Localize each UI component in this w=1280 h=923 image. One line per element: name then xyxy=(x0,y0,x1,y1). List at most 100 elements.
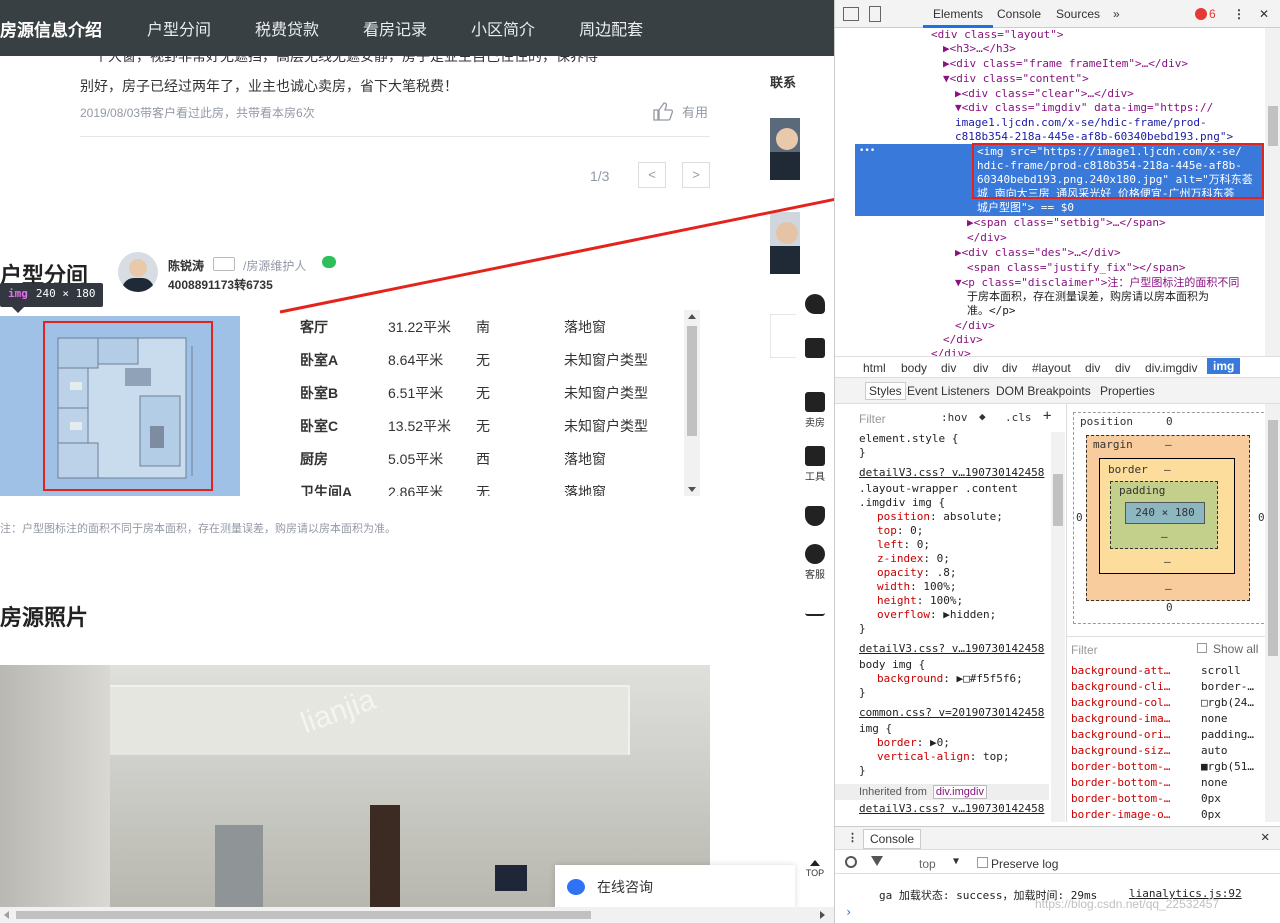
dom-line[interactable]: ▶<div class="clear">…</div> xyxy=(955,87,1134,102)
inherited-element[interactable]: div.imgdiv xyxy=(932,785,987,799)
console-prompt-icon[interactable]: › xyxy=(845,905,852,919)
more-tabs-button[interactable]: » xyxy=(1113,7,1120,21)
css-property[interactable]: opacity xyxy=(877,566,923,579)
tab-styles[interactable]: Styles xyxy=(865,382,906,400)
device-toolbar-icon[interactable] xyxy=(869,6,881,22)
css-property[interactable]: z-index xyxy=(877,552,923,565)
styles-scrollbar[interactable] xyxy=(1051,432,1065,822)
add-rule-icon[interactable]: + xyxy=(1043,408,1051,424)
tab-dom-breakpoints[interactable]: DOM Breakpoints xyxy=(996,384,1091,398)
css-value[interactable]: absolute; xyxy=(943,510,1003,523)
rendering-icon[interactable]: ◆ xyxy=(979,410,986,423)
css-value[interactable]: top; xyxy=(983,750,1010,763)
crumb-div[interactable]: div xyxy=(941,361,956,375)
computed-filter-input[interactable]: Filter xyxy=(1071,643,1098,657)
css-property[interactable]: top xyxy=(877,524,897,537)
css-property[interactable]: overflow xyxy=(877,608,930,621)
error-count[interactable]: 6 xyxy=(1209,7,1216,21)
dom-line[interactable]: </div> xyxy=(955,319,995,334)
css-declaration[interactable]: z-index: 0; xyxy=(877,552,950,566)
crumb-html[interactable]: html xyxy=(863,361,886,375)
drawer-menu-icon[interactable]: ⋮ xyxy=(847,831,858,844)
crumb-div[interactable]: div xyxy=(973,361,988,375)
close-drawer-icon[interactable]: ✕ xyxy=(1261,829,1269,845)
css-value[interactable]: 0; xyxy=(917,538,930,551)
crumb-div[interactable]: div xyxy=(1002,361,1017,375)
class-toggle-button[interactable]: .cls xyxy=(1005,411,1032,424)
css-value[interactable]: 100%; xyxy=(930,594,963,607)
crumb-img[interactable]: img xyxy=(1207,358,1241,374)
css-property[interactable]: left xyxy=(877,538,904,551)
css-value[interactable]: 100%; xyxy=(923,580,956,593)
dom-line[interactable]: ▼<div class="imgdiv" data-img="https:// xyxy=(955,101,1213,116)
crumb-imgdiv[interactable]: div.imgdiv xyxy=(1145,361,1197,375)
dom-line[interactable]: ▶<h3>…</h3> xyxy=(943,42,1016,57)
css-declaration[interactable]: background: ▶□#f5f5f6; xyxy=(877,672,1023,686)
preserve-log-checkbox[interactable] xyxy=(977,857,988,868)
context-dropdown-icon[interactable]: ▼ xyxy=(953,856,959,867)
css-source-link[interactable]: detailV3.css? v…190730142458 xyxy=(859,802,1044,816)
hover-state-button[interactable]: :hov xyxy=(941,411,968,424)
css-declaration[interactable]: opacity: .8; xyxy=(877,566,956,580)
css-declaration[interactable]: left: 0; xyxy=(877,538,930,552)
css-property[interactable]: width xyxy=(877,580,910,593)
tab-properties[interactable]: Properties xyxy=(1100,384,1155,398)
crumb-div[interactable]: div xyxy=(1115,361,1130,375)
css-selector[interactable]: body img { xyxy=(859,658,925,672)
dom-line[interactable]: <div class="layout"> xyxy=(931,28,1063,43)
show-all-checkbox[interactable] xyxy=(1197,643,1207,653)
tab-event-listeners[interactable]: Event Listeners xyxy=(907,384,990,398)
styles-filter-input[interactable]: Filter xyxy=(859,412,886,426)
css-property[interactable]: border xyxy=(877,736,917,749)
dom-line[interactable]: </div> xyxy=(943,333,983,348)
border-top: – xyxy=(1164,463,1171,476)
css-property[interactable]: vertical-align xyxy=(877,750,970,763)
dom-line[interactable]: </div> xyxy=(967,231,1007,246)
css-value[interactable]: ▶hidden; xyxy=(943,608,996,621)
kebab-menu-icon[interactable]: ⋮ xyxy=(1233,7,1245,21)
css-property[interactable]: height xyxy=(877,594,917,607)
dom-line[interactable]: ▶<span class="setbig">…</span> xyxy=(967,216,1166,231)
drawer-tab-console[interactable]: Console xyxy=(863,829,922,849)
dom-line[interactable]: <span class="justify_fix"></span> xyxy=(967,261,1186,276)
css-declaration[interactable]: width: 100%; xyxy=(877,580,957,594)
close-devtools-icon[interactable]: ✕ xyxy=(1259,7,1269,21)
css-declaration[interactable]: border: ▶0; xyxy=(877,736,950,750)
tab-elements[interactable]: Elements xyxy=(933,7,983,21)
css-source-link[interactable]: detailV3.css? v…190730142458 xyxy=(859,642,1044,656)
tab-console[interactable]: Console xyxy=(997,7,1041,21)
dom-line[interactable]: ▼<p class="disclaimer">注：户型图标注的面积不同 xyxy=(955,276,1239,291)
css-value[interactable]: ▶□#f5f5f6; xyxy=(956,672,1022,685)
css-selector[interactable]: element.style { xyxy=(859,432,958,446)
css-value[interactable]: ▶0; xyxy=(930,736,950,749)
dom-line[interactable]: ▼<div class="content"> xyxy=(943,72,1089,87)
filter-icon[interactable] xyxy=(871,856,883,866)
css-property[interactable]: background xyxy=(877,672,943,685)
crumb-body[interactable]: body xyxy=(901,361,927,375)
crumb-layout[interactable]: #layout xyxy=(1032,361,1071,375)
clear-console-icon[interactable] xyxy=(845,856,857,868)
selected-line[interactable]: 城户型图"> == $0 xyxy=(977,201,1074,216)
css-declaration[interactable]: vertical-align: top; xyxy=(877,750,1009,764)
css-declaration[interactable]: top: 0; xyxy=(877,524,923,538)
css-value[interactable]: 0; xyxy=(937,552,950,565)
dom-line[interactable]: ▶<div class="des">…</div> xyxy=(955,246,1121,261)
css-selector[interactable]: .layout-wrapper .content .imgdiv img { xyxy=(859,482,1018,510)
css-value[interactable]: .8; xyxy=(937,566,957,579)
dom-line[interactable]: ▶<div class="frame frameItem">…</div> xyxy=(943,57,1188,72)
computed-scrollbar[interactable] xyxy=(1265,404,1280,822)
dom-scrollbar[interactable] xyxy=(1265,28,1280,356)
context-select[interactable]: top xyxy=(919,857,936,871)
css-declaration[interactable]: position: absolute; xyxy=(877,510,1003,524)
css-declaration[interactable]: height: 100%; xyxy=(877,594,963,608)
css-declaration[interactable]: overflow: ▶hidden; xyxy=(877,608,996,622)
crumb-div[interactable]: div xyxy=(1085,361,1100,375)
css-source-link[interactable]: common.css? v=20190730142458 xyxy=(859,706,1044,720)
css-selector[interactable]: img { xyxy=(859,722,892,736)
inspect-element-icon[interactable] xyxy=(843,7,859,21)
css-source-link[interactable]: detailV3.css? v…190730142458 xyxy=(859,466,1044,480)
css-property[interactable]: position xyxy=(877,510,930,523)
dom-line[interactable]: image1.ljcdn.com/x-se/hdic-frame/prod- xyxy=(955,116,1207,131)
tab-sources[interactable]: Sources xyxy=(1056,7,1100,21)
css-value[interactable]: 0; xyxy=(910,524,923,537)
